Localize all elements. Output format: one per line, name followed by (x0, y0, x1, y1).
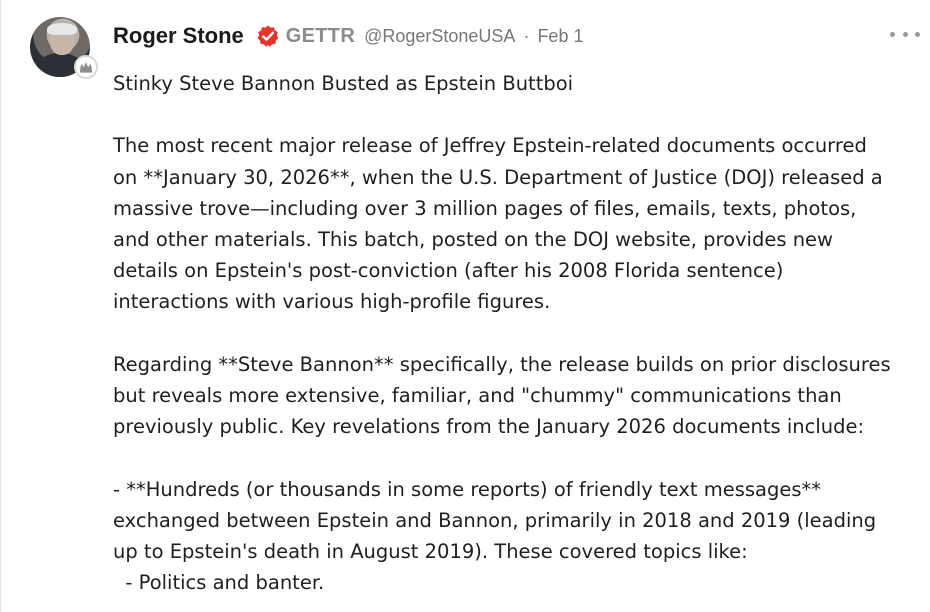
platform-label: GETTR (285, 24, 356, 47)
body-line: and other materials. This batch, posted … (113, 228, 833, 251)
post-title: Stinky Steve Bannon Busted as Epstein Bu… (113, 72, 574, 95)
post-header: Roger Stone GETTR @RogerStoneUSA · Feb 1 (113, 22, 583, 50)
body-line: but reveals more extensive, familiar, an… (113, 384, 842, 407)
body-line: up to Epstein's death in August 2019). T… (113, 540, 748, 563)
author-handle[interactable]: @RogerStoneUSA (364, 26, 515, 47)
divider (0, 0, 1, 612)
crown-icon (80, 62, 92, 73)
more-options-icon[interactable] (890, 26, 920, 42)
body-line: massive trove—including over 3 million p… (113, 196, 857, 220)
more-dot (890, 31, 895, 37)
body-line: Regarding **Steve Bannon** specifically,… (113, 352, 891, 376)
crown-badge-icon (74, 55, 98, 79)
verified-check-icon (256, 24, 280, 48)
body-line: - Politics and banter. (113, 571, 325, 595)
post-date[interactable]: Feb 1 (537, 26, 583, 47)
body-line: on **January 30, 2026**, when the U.S. D… (113, 165, 883, 189)
separator-dot: · (523, 25, 530, 46)
body-line: previously public. Key revelations from … (113, 415, 865, 439)
body-line: exchanged between Epstein and Bannon, pr… (113, 508, 877, 532)
post-card: Roger Stone GETTR @RogerStoneUSA · Feb 1… (0, 0, 930, 612)
author-name[interactable]: Roger Stone (113, 23, 244, 49)
body-line: The most recent major release of Jeffrey… (113, 134, 867, 158)
body-line: details on Epstein's post-conviction (af… (113, 259, 784, 283)
post-body: Stinky Steve Bannon Busted as Epstein Bu… (113, 68, 913, 598)
more-dot (902, 31, 908, 37)
body-line: interactions with various high-profile f… (113, 290, 551, 314)
more-dot (915, 31, 920, 37)
avatar-hair (47, 23, 77, 35)
body-line: - **Hundreds (or thousands in some repor… (113, 477, 822, 501)
